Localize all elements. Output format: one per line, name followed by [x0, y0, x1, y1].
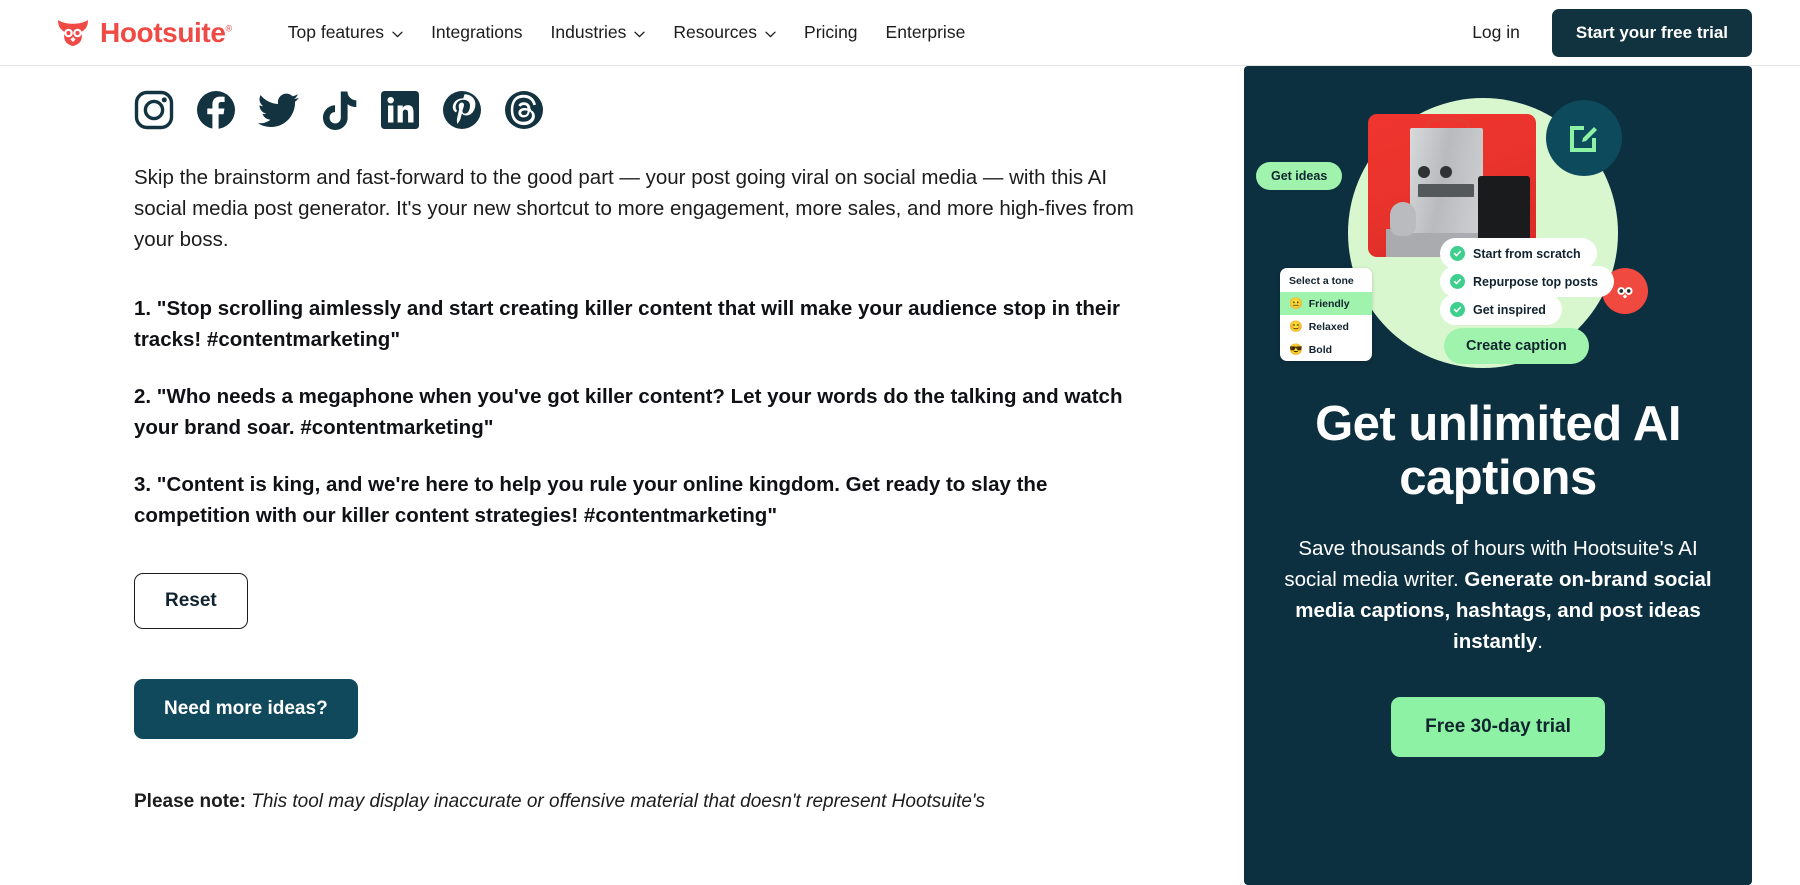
tone-selector-title: Select a tone [1289, 275, 1354, 287]
nav-label: Integrations [431, 22, 523, 42]
nav-label: Top features [287, 22, 385, 42]
photo-mouse-shape [1390, 202, 1416, 236]
result-item: 1. "Stop scrolling aimlessly and start c… [134, 297, 1121, 351]
nav-item-top-features[interactable]: Top features [274, 14, 417, 51]
instagram-icon[interactable] [134, 90, 174, 130]
nav-item-enterprise[interactable]: Enterprise [872, 14, 980, 51]
promo-panel: Get ideas Start from scratch Repurpose t… [1244, 66, 1752, 885]
disclaimer-text: Please note: This tool may display inacc… [134, 787, 1144, 816]
hootsuite-owl-logo-icon [55, 18, 91, 48]
nav-item-resources[interactable]: Resources [659, 14, 790, 51]
get-ideas-pill: Get ideas [1256, 162, 1343, 190]
site-header: Hootsuite® Top features Integrations Ind… [0, 0, 1800, 66]
nav-label: Industries [550, 22, 627, 42]
disclaimer-body: This tool may display inaccurate or offe… [245, 791, 986, 812]
photo-label-shape [1418, 184, 1474, 197]
threads-icon[interactable] [504, 90, 544, 130]
start-free-trial-button[interactable]: Start your free trial [1551, 8, 1752, 57]
emoji-relaxed-face-icon: 😊 [1289, 321, 1303, 333]
hootsuite-logo[interactable]: Hootsuite® [55, 18, 232, 48]
tone-label: Bold [1308, 343, 1333, 356]
check-icon [1450, 302, 1465, 317]
free-trial-button[interactable]: Free 30-day trial [1391, 697, 1605, 757]
emoji-neutral-face-icon: 😐 [1289, 298, 1303, 310]
log-in-link[interactable]: Log in [1472, 22, 1520, 43]
nav-item-industries[interactable]: Industries [537, 14, 660, 51]
option-label: Get inspired [1473, 302, 1546, 317]
primary-navigation: Top features Integrations Industries Res… [274, 14, 980, 51]
nav-item-integrations[interactable]: Integrations [417, 14, 536, 51]
photo-laptop-shape [1478, 176, 1530, 244]
check-icon [1450, 246, 1465, 261]
promo-title: Get unlimited AI captions [1315, 397, 1681, 505]
need-more-ideas-button[interactable]: Need more ideas? [134, 679, 358, 739]
linkedin-icon[interactable] [380, 90, 420, 130]
chevron-down-icon [634, 22, 646, 43]
result-item: 2. "Who needs a megaphone when you've go… [134, 385, 1123, 439]
header-actions: Log in Start your free trial [1472, 8, 1752, 57]
facebook-icon[interactable] [196, 90, 236, 130]
tone-selector-card: Select a tone 😐 Friendly 😊 Relaxed 😎 Bol… [1280, 268, 1372, 361]
nav-label: Resources [673, 22, 758, 42]
result-item: 3. "Content is king, and we're here to h… [134, 473, 1048, 527]
main-content: Skip the brainstorm and fast-forward to … [0, 66, 1244, 885]
chevron-down-icon [392, 22, 403, 43]
tiktok-icon[interactable] [322, 90, 358, 130]
promo-body: Save thousands of hours with Hootsuite's… [1244, 533, 1752, 657]
tone-option-bold: 😎 Bold [1280, 338, 1372, 361]
tone-option-relaxed: 😊 Relaxed [1280, 315, 1372, 338]
generated-results-list: 1. "Stop scrolling aimlessly and start c… [134, 293, 1144, 531]
chevron-down-icon [765, 22, 776, 43]
nav-label: Enterprise [885, 22, 966, 42]
intro-paragraph: Skip the brainstorm and fast-forward to … [134, 166, 1134, 251]
option-pill: Get inspired [1440, 294, 1562, 325]
emoji-sunglasses-face-icon: 😎 [1289, 344, 1303, 356]
logo-wordmark: Hootsuite® [100, 16, 232, 48]
photo-device-shape [1410, 128, 1483, 233]
option-label: Repurpose top posts [1473, 274, 1599, 289]
disclaimer-label: Please note: [134, 791, 246, 812]
compose-edit-icon [1546, 100, 1622, 176]
nav-label: Pricing [804, 22, 858, 42]
option-label: Start from scratch [1473, 246, 1581, 261]
tone-label: Relaxed [1308, 320, 1349, 333]
option-pill: Start from scratch [1440, 238, 1597, 269]
promo-body-tail: . [1537, 630, 1543, 653]
twitter-icon[interactable] [258, 90, 300, 130]
nav-item-pricing[interactable]: Pricing [790, 14, 872, 51]
illustration-product-photo [1368, 114, 1536, 257]
check-icon [1450, 274, 1465, 289]
tone-label: Friendly [1308, 297, 1350, 310]
social-network-icons [134, 90, 1244, 130]
option-pill: Repurpose top posts [1440, 266, 1615, 297]
create-caption-pill: Create caption [1444, 328, 1589, 364]
tone-option-friendly: 😐 Friendly [1280, 292, 1372, 315]
reset-button[interactable]: Reset [134, 573, 248, 629]
promo-illustration: Get ideas Start from scratch Repurpose t… [1244, 78, 1752, 383]
pinterest-icon[interactable] [442, 90, 482, 130]
